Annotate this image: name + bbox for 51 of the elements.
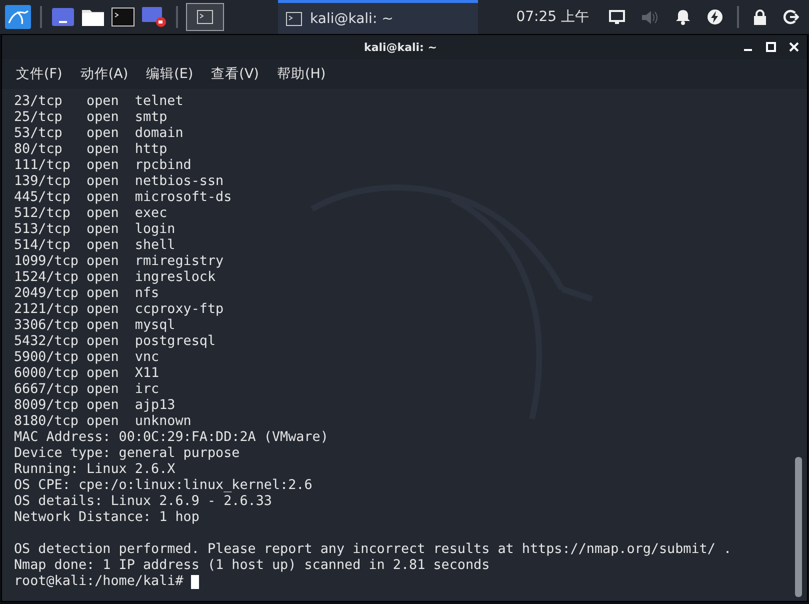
menu-item[interactable]: 查看(V) — [211, 65, 259, 83]
terminal-output-line: 1099/tcp open rmiregistry — [14, 254, 224, 270]
lock-icon[interactable] — [753, 9, 767, 25]
window-title: kali@kali: ~ — [364, 40, 438, 54]
terminal-output-line: 6000/tcp open X11 — [14, 366, 160, 382]
terminal-output-line: 80/tcp open http — [14, 142, 168, 158]
terminal-output-line: 512/tcp open exec — [14, 206, 168, 222]
display-icon[interactable] — [609, 10, 625, 24]
terminal-output-line: MAC Address: 00:0C:29:FA:DD:2A (VMware) — [14, 430, 328, 446]
terminal-output-line: OS details: Linux 2.6.9 - 2.6.33 — [14, 494, 272, 510]
lightning-icon[interactable] — [707, 9, 723, 25]
menu-item[interactable]: 动作(A) — [80, 65, 128, 83]
menu-item[interactable]: 帮助(H) — [276, 65, 326, 83]
terminal-window-button[interactable] — [186, 3, 224, 31]
terminal-output-line: 6667/tcp open irc — [14, 382, 160, 398]
terminal-output-line: 8180/tcp open unknown — [14, 414, 192, 430]
terminal-output-line: 8009/tcp open ajp13 — [14, 398, 176, 414]
terminal-output-line: OS CPE: cpe:/o:linux:linux_kernel:2.6 — [14, 478, 312, 494]
terminal-output-line: 25/tcp open smtp — [14, 110, 168, 126]
terminal-output-line: 2121/tcp open ccproxy-ftp — [14, 302, 224, 318]
terminal-output-line: 2049/tcp open nfs — [14, 286, 160, 302]
kali-menu-button[interactable] — [4, 3, 32, 31]
clock[interactable]: 07:25 上午 — [516, 8, 589, 26]
terminal-output-line: Nmap done: 1 IP address (1 host up) scanned in 2.81 seconds — [14, 558, 490, 574]
terminal-output-line: 5900/tcp open vnc — [14, 350, 160, 366]
bell-icon[interactable] — [675, 9, 691, 25]
terminal-output-line: 5432/tcp open postgresql — [14, 334, 216, 350]
terminal-icon — [286, 12, 302, 26]
terminal-output-line: 514/tcp open shell — [14, 238, 176, 254]
terminal-output-line: 513/tcp open login — [14, 222, 176, 238]
menu-item[interactable]: 编辑(E) — [146, 65, 194, 83]
menu-item[interactable]: 文件(F) — [16, 65, 62, 83]
terminal-output-line: Network Distance: 1 hop — [14, 510, 200, 526]
terminal-output-line: 139/tcp open netbios-ssn — [14, 174, 224, 190]
terminal-output-line: Device type: general purpose — [14, 446, 240, 462]
terminal-output-line: 111/tcp open rpcbind — [14, 158, 192, 174]
terminal-output-line: 1524/tcp open ingreslock — [14, 270, 216, 286]
taskbar-window-button[interactable]: kali@kali: ~ — [278, 0, 478, 34]
terminal-output-line: OS detection performed. Please report any incorrect results at https://nmap.org/submit/ . — [14, 542, 732, 558]
text-cursor — [191, 575, 200, 589]
terminal-output-line: 53/tcp open domain — [14, 126, 184, 142]
close-icon[interactable] — [789, 42, 800, 52]
terminal-output-line: 445/tcp open microsoft-ds — [14, 190, 232, 206]
maximize-icon[interactable] — [766, 42, 776, 52]
terminal-output-line: 23/tcp open telnet — [14, 94, 184, 110]
terminal-output-line: Running: Linux 2.6.X — [14, 462, 176, 478]
terminal-output-line: 3306/tcp open mysql — [14, 318, 176, 334]
scrollbar-thumb[interactable] — [795, 457, 802, 597]
shell-prompt: root@kali:/home/kali# — [14, 574, 184, 590]
terminal-icon — [197, 10, 213, 24]
logout-icon[interactable] — [783, 9, 799, 25]
